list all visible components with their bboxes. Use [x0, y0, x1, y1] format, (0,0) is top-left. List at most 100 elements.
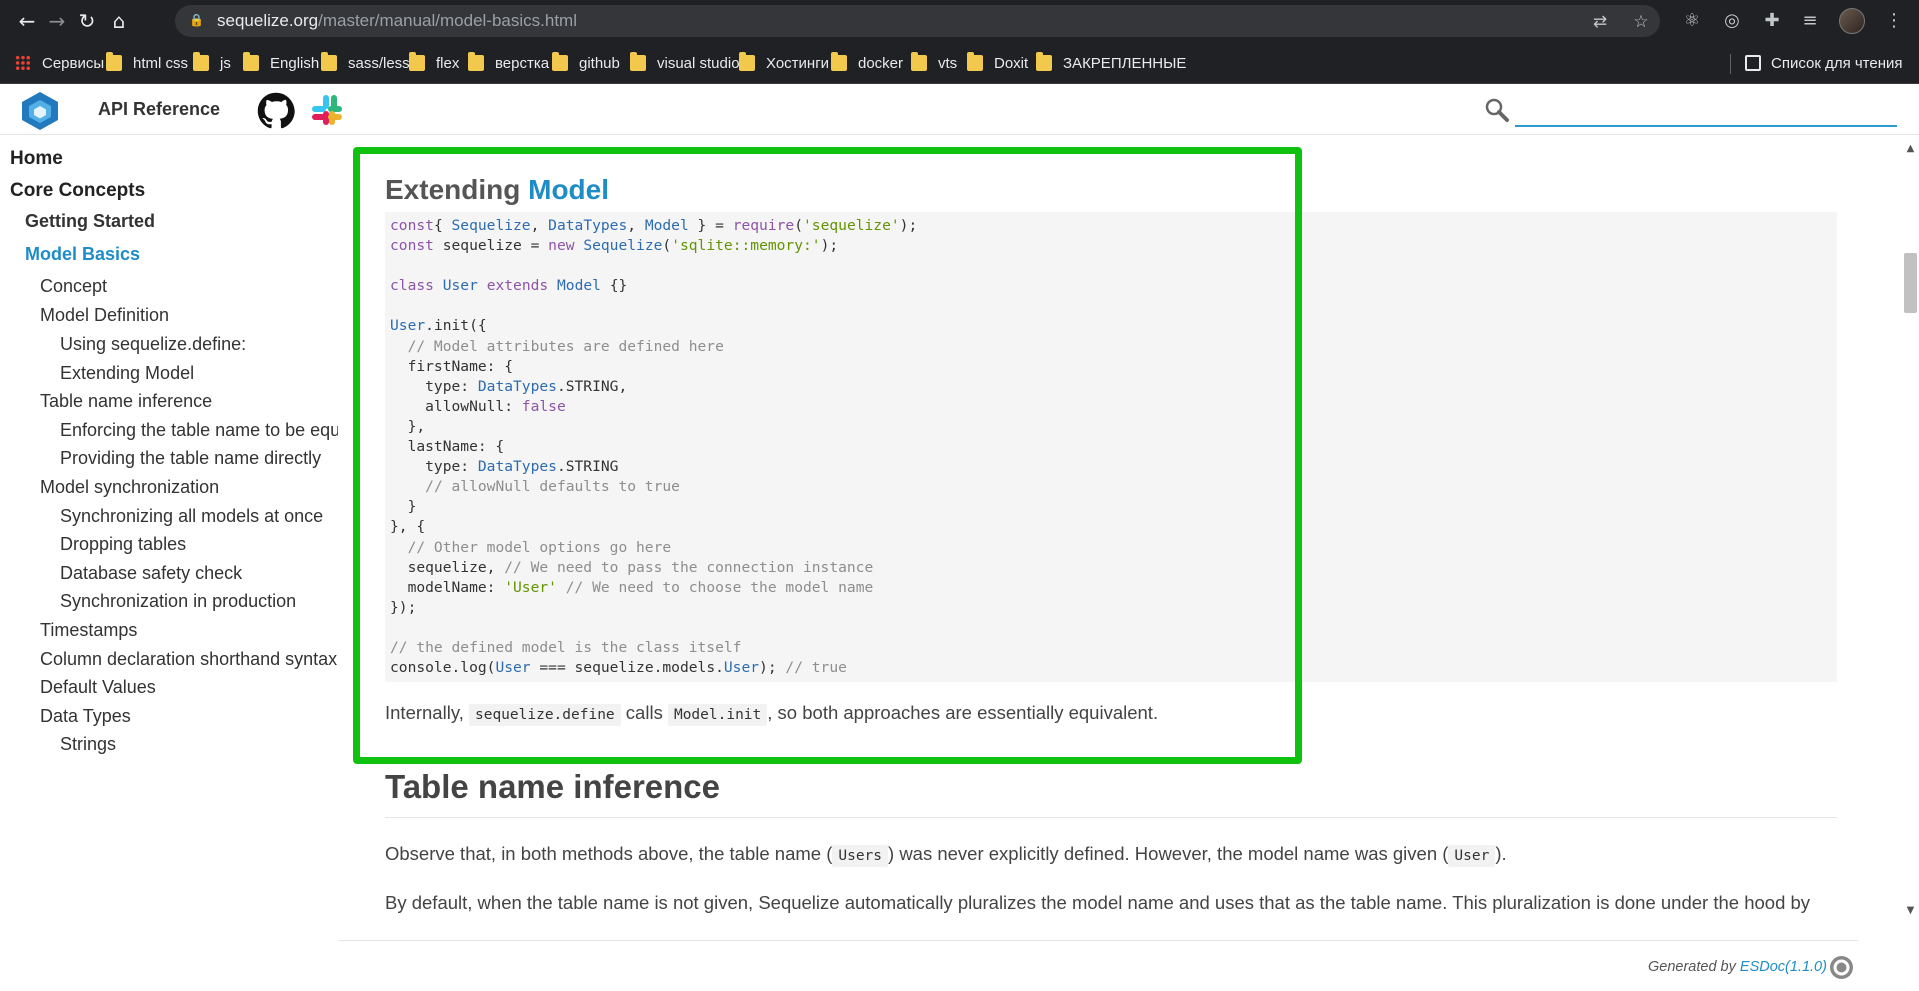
sidebar-item[interactable]: Enforcing the table name to be equal: [60, 420, 338, 441]
code-token: const: [390, 237, 434, 255]
bookmarks-bar: Сервисы html css js English sass/less flex вер…: [0, 42, 1919, 84]
extension-target-icon[interactable]: ◎: [1720, 9, 1744, 33]
bookmark-item[interactable]: верстка: [468, 51, 549, 75]
bookmark-item[interactable]: English: [243, 51, 319, 75]
sidebar-item[interactable]: Core Concepts: [10, 180, 145, 202]
bookmark-label: sass/less: [348, 54, 410, 72]
sequelize-logo-icon[interactable]: [20, 90, 60, 132]
bookmark-item[interactable]: github: [552, 51, 620, 75]
search-icon[interactable]: [1484, 97, 1510, 123]
code-token: Model: [557, 277, 601, 295]
slack-icon[interactable]: [310, 93, 344, 127]
sidebar-item[interactable]: Synchronizing all models at once: [60, 506, 323, 527]
sidebar: Home Core Concepts Getting Started Model Ba…: [0, 136, 338, 991]
bookmark-item[interactable]: vts: [911, 51, 957, 75]
sidebar-item[interactable]: Database safety check: [60, 563, 242, 584]
bookmark-item[interactable]: sass/less: [321, 51, 410, 75]
folder-icon: [193, 52, 209, 71]
media-queue-icon[interactable]: ≡: [1798, 9, 1822, 33]
code-token: // Model attributes are defined here: [407, 337, 724, 355]
folder-icon: [831, 52, 847, 71]
sidebar-item[interactable]: Synchronization in production: [60, 591, 296, 612]
code-line: // Model attributes are defined here: [390, 337, 917, 357]
bookmark-item[interactable]: Сервисы: [15, 51, 104, 75]
sidebar-item[interactable]: Column declaration shorthand syntax: [40, 649, 337, 670]
sidebar-item[interactable]: Strings: [60, 734, 116, 755]
sidebar-item[interactable]: Using sequelize.define:: [60, 334, 246, 355]
menu-kebab-icon[interactable]: ⋮: [1882, 9, 1906, 33]
sidebar-item[interactable]: Home: [10, 148, 63, 170]
react-devtools-icon[interactable]: ⚛: [1680, 9, 1704, 33]
code-token: 'sequelize': [803, 217, 900, 234]
inline-code: User: [1448, 845, 1496, 867]
sidebar-item[interactable]: Default Values: [40, 677, 156, 698]
bookmark-item[interactable]: Doxit: [967, 51, 1028, 75]
sidebar-item[interactable]: Getting Started: [25, 211, 155, 232]
code-token: false: [521, 397, 566, 415]
sidebar-item[interactable]: Model Basics: [25, 244, 140, 265]
sidebar-item[interactable]: Table name inference: [40, 391, 212, 412]
reading-list-button[interactable]: Список для чтения: [1745, 51, 1903, 75]
code-token: // We need to pass the connection instan…: [504, 558, 874, 576]
esdoc-logo-icon[interactable]: [1829, 955, 1854, 980]
back-icon[interactable]: ←: [14, 8, 40, 34]
code-token: class: [390, 277, 434, 295]
sidebar-item[interactable]: Providing the table name directly: [60, 448, 321, 469]
folder-icon: [739, 52, 755, 71]
extensions-puzzle-icon[interactable]: ✚: [1760, 9, 1784, 33]
divider: [385, 817, 1837, 818]
sidebar-item[interactable]: Concept: [40, 276, 107, 297]
sidebar-item[interactable]: Dropping tables: [60, 534, 186, 555]
home-icon[interactable]: ⌂: [106, 8, 132, 34]
bookmark-label: Doxit: [994, 54, 1029, 72]
code-token: ,: [530, 217, 549, 234]
esdoc-link[interactable]: ESDoc(1.1.0): [1740, 959, 1827, 975]
address-bar[interactable]: 🔒 sequelize.org/master/manual/model-basi…: [175, 5, 1660, 37]
code-line: // allowNull defaults to true: [390, 477, 917, 497]
paragraph-internally: Internally, sequelize.define calls Model…: [385, 702, 1158, 726]
heading-model-word: Model: [528, 174, 610, 205]
code-token: {: [433, 217, 452, 234]
bookmark-item[interactable]: ЗАКРЕПЛЕННЫЕ: [1036, 51, 1186, 75]
main-scroll-down-icon[interactable]: ▼: [1904, 905, 1917, 917]
forward-icon[interactable]: →: [44, 8, 70, 34]
bookmark-item[interactable]: docker: [831, 51, 903, 75]
bookmark-item[interactable]: html css: [106, 51, 188, 75]
code-line: console.log(User === sequelize.models.Us…: [390, 658, 917, 678]
sidebar-item[interactable]: Data Types: [40, 706, 131, 727]
heading-table-name-inference: Table name inference: [385, 768, 721, 805]
main-scrollbar-thumb[interactable]: [1904, 253, 1917, 313]
bookmark-label: Сервисы: [42, 54, 105, 72]
sidebar-item[interactable]: Extending Model: [60, 363, 194, 384]
translate-icon[interactable]: ⇄: [1589, 11, 1611, 33]
code-token: new: [548, 237, 575, 255]
sidebar-item[interactable]: Model synchronization: [40, 477, 219, 498]
bookmark-item[interactable]: js: [193, 51, 231, 75]
bookmark-item[interactable]: visual studio: [630, 51, 740, 75]
code-line: firstName: {: [390, 357, 917, 377]
profile-avatar[interactable]: [1839, 8, 1865, 34]
bookmark-item[interactable]: flex: [409, 51, 459, 75]
code-token: ,: [627, 217, 645, 234]
github-icon[interactable]: [257, 92, 295, 130]
sidebar-item[interactable]: Timestamps: [40, 620, 137, 641]
search-input[interactable]: [1515, 93, 1897, 127]
sidebar-item[interactable]: Model Definition: [40, 305, 169, 326]
lock-icon[interactable]: 🔒: [189, 13, 204, 27]
code-line: sequelize, // We need to pass the connec…: [390, 558, 917, 578]
code-token: type:: [390, 377, 478, 395]
reload-icon[interactable]: ↻: [74, 8, 100, 34]
paragraph-text: Internally,: [385, 702, 469, 723]
main-scroll-up-icon[interactable]: ▲: [1904, 143, 1917, 155]
url-text[interactable]: sequelize.org/master/manual/model-basics…: [217, 11, 577, 31]
code-token: .STRING: [556, 458, 619, 476]
code-token: User: [442, 277, 478, 295]
bookmark-label: Хостинги: [766, 54, 830, 72]
bookmark-item[interactable]: Хостинги: [739, 51, 829, 75]
heading-prefix: Extending: [385, 174, 529, 205]
main-content: Extending Model const{ Sequelize, DataTy…: [385, 136, 1837, 926]
api-reference-link[interactable]: API Reference: [98, 99, 220, 120]
heading-extending-model: Extending Model: [385, 174, 609, 206]
bookmark-star-icon[interactable]: ☆: [1630, 11, 1652, 33]
